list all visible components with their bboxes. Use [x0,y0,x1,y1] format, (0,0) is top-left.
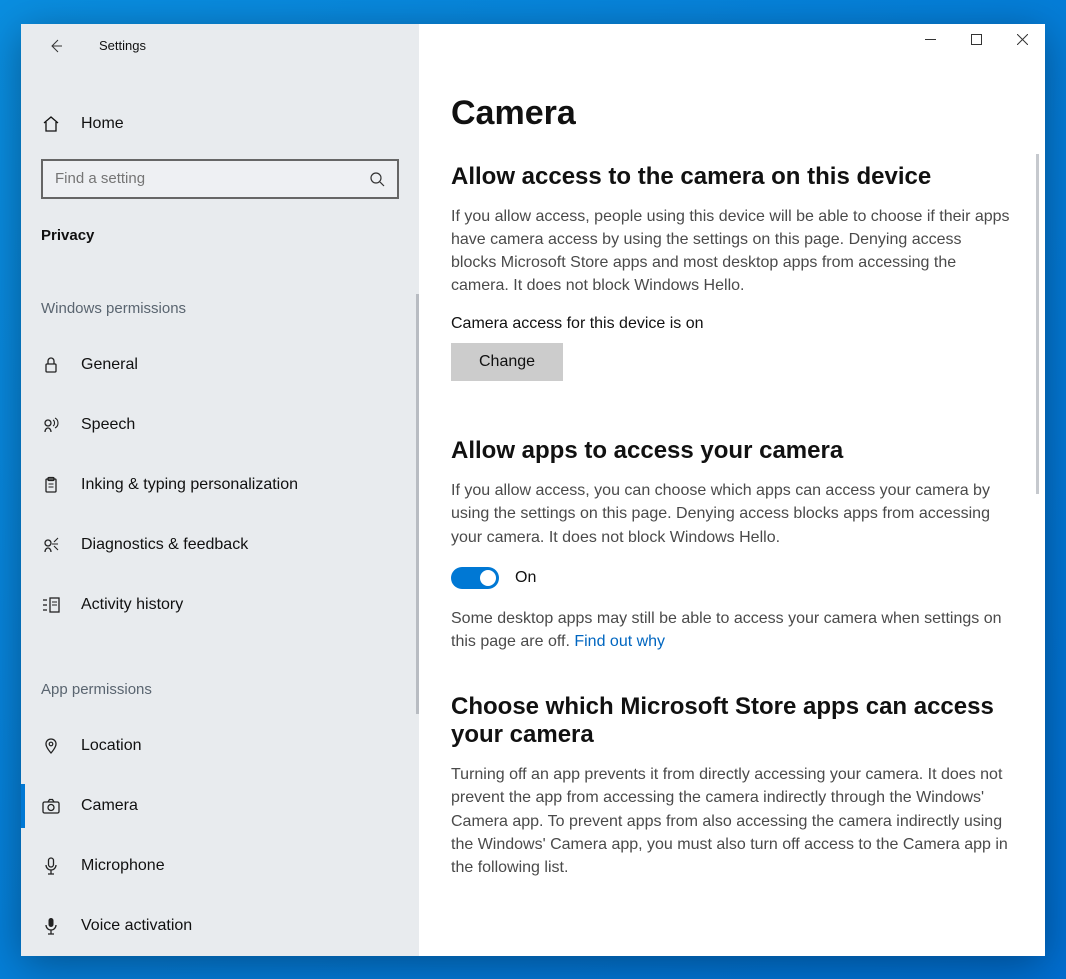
sidebar-item-label: Microphone [81,857,165,875]
desktop-apps-note: Some desktop apps may still be able to a… [451,607,1011,653]
sidebar-item-activity-history[interactable]: Activity history [21,575,419,635]
section-body: Turning off an app prevents it from dire… [451,763,1011,879]
sidebar-item-label: Location [81,737,142,755]
sidebar-item-microphone[interactable]: Microphone [21,836,419,896]
search-wrap [41,159,399,199]
device-access-status: Camera access for this device is on [451,315,1015,333]
speech-icon [41,416,61,434]
lock-icon [41,356,61,374]
sidebar-item-label: Diagnostics & feedback [81,536,248,554]
sidebar: Settings Home Privacy Windows permission… [21,24,419,956]
content-pane: Camera Allow access to the camera on thi… [419,24,1045,956]
sidebar-item-label: Camera [81,797,138,815]
sidebar-item-label: Speech [81,416,135,434]
maximize-button[interactable] [953,24,999,56]
voice-icon [41,916,61,936]
section-title-store-apps: Choose which Microsoft Store apps can ac… [451,693,1015,749]
search-input[interactable] [55,170,369,187]
content-scrollbar[interactable] [1036,154,1039,494]
page-title: Camera [451,94,1015,133]
activity-icon [41,596,61,614]
group-header-windows-permissions: Windows permissions [41,300,419,317]
sidebar-item-label: General [81,356,138,374]
search-box[interactable] [41,159,399,199]
app-title: Settings [99,38,146,53]
sidebar-item-speech[interactable]: Speech [21,395,419,455]
back-button[interactable] [41,31,71,61]
close-button[interactable] [999,24,1045,56]
sidebar-item-label: Inking & typing personalization [81,476,298,494]
sidebar-item-general[interactable]: General [21,335,419,395]
current-section-label: Privacy [41,227,419,244]
titlebar-controls [907,24,1045,56]
change-button[interactable]: Change [451,343,563,381]
sidebar-item-inking-typing[interactable]: Inking & typing personalization [21,455,419,515]
apps-access-toggle[interactable] [451,567,499,589]
home-icon [41,114,61,134]
toggle-label: On [515,569,536,587]
nav-list: General Speech Inking & typing personali… [21,335,419,635]
sidebar-item-voice-activation[interactable]: Voice activation [21,896,419,956]
nav-list: Location Camera Microphone Voice activat… [21,716,419,956]
sidebar-item-label: Home [81,115,124,133]
sidebar-item-label: Activity history [81,596,183,614]
note-text: Some desktop apps may still be able to a… [451,610,1002,650]
search-icon [369,171,385,187]
section-body: If you allow access, you can choose whic… [451,479,1011,549]
section-body: If you allow access, people using this d… [451,205,1011,298]
location-icon [41,737,61,755]
camera-icon [41,797,61,815]
settings-window: Settings Home Privacy Windows permission… [21,24,1045,956]
sidebar-item-camera[interactable]: Camera [21,776,419,836]
section-title-apps-access: Allow apps to access your camera [451,437,1015,465]
microphone-icon [41,856,61,876]
diagnostics-icon [41,536,61,554]
sidebar-item-label: Voice activation [81,917,192,935]
find-out-why-link[interactable]: Find out why [574,633,665,650]
titlebar-left: Settings [21,24,419,69]
sidebar-item-diagnostics[interactable]: Diagnostics & feedback [21,515,419,575]
sidebar-item-home[interactable]: Home [21,100,419,148]
group-header-app-permissions: App permissions [41,681,419,698]
apps-access-toggle-row: On [451,567,1015,589]
sidebar-item-location[interactable]: Location [21,716,419,776]
section-title-device-access: Allow access to the camera on this devic… [451,163,1015,191]
minimize-button[interactable] [907,24,953,56]
clipboard-icon [41,476,61,494]
